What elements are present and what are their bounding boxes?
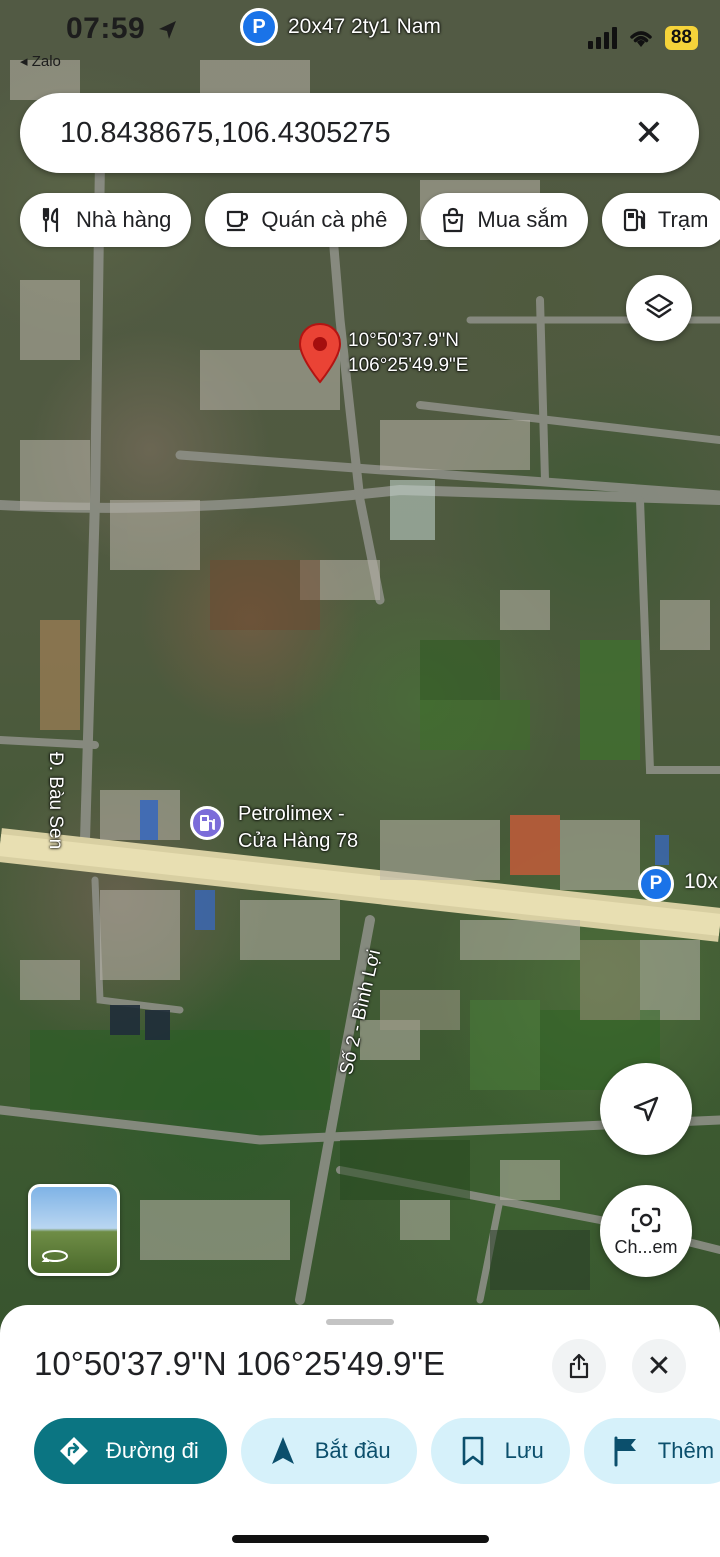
cellular-signal-icon [587, 27, 617, 49]
share-button[interactable] [552, 1339, 606, 1393]
bookmark-icon [462, 1436, 483, 1466]
parking-pin-icon[interactable]: P [638, 866, 674, 902]
navigation-arrow-icon [633, 1096, 659, 1122]
clear-search-button[interactable]: ✕ [631, 115, 667, 151]
map-layers-button[interactable] [626, 275, 692, 341]
poi-label-petrolimex[interactable]: Petrolimex - Cửa Hàng 78 [238, 801, 358, 855]
pin-latitude: 10°50'37.9"N [348, 330, 459, 351]
chip-label: Mua sắm [477, 207, 568, 232]
poi-name-line-1: Petrolimex - [238, 803, 345, 825]
pin-longitude: 106°25'49.9"E [348, 355, 469, 376]
action-label: Bắt đầu [314, 1438, 391, 1463]
street-view-thumbnail[interactable] [28, 1184, 120, 1276]
close-sheet-button[interactable]: ✕ [632, 1339, 686, 1393]
category-chips: Nhà hàng Quán cà phê Mua sắm Trạm [20, 193, 720, 247]
place-label: 20x47 2ty1 Nam [288, 15, 441, 38]
back-to-app-link[interactable]: ◂ Zalo [20, 52, 61, 70]
coffee-icon [227, 210, 249, 232]
save-button[interactable]: Lưu [430, 1418, 570, 1484]
chip-gas-stations[interactable]: Trạm [601, 193, 720, 247]
action-label: Lưu [504, 1438, 544, 1463]
directions-icon [60, 1437, 88, 1465]
action-buttons: Đường đi Bắt đầu Lưu Thêm [34, 1418, 720, 1484]
status-indicators: 88 [587, 26, 698, 50]
lens-camera-icon [631, 1207, 661, 1232]
dropped-pin-icon[interactable] [296, 322, 344, 386]
rotate-360-icon [41, 1250, 68, 1262]
directions-button[interactable]: Đường đi [34, 1418, 227, 1484]
chip-label: Nhà hàng [76, 207, 172, 232]
parking-icon: P [240, 8, 278, 46]
flag-icon [614, 1436, 636, 1467]
action-label: Đường đi [106, 1438, 199, 1463]
dropped-pin-coordinates: 10°50'37.9"N 106°25'49.9"E [348, 328, 468, 378]
chip-restaurants[interactable]: Nhà hàng [20, 193, 192, 247]
camera-button-label: Ch...em [614, 1236, 678, 1257]
home-indicator[interactable] [232, 1535, 489, 1543]
add-label-button[interactable]: Thêm [583, 1418, 720, 1484]
battery-indicator: 88 [664, 26, 698, 50]
share-icon [569, 1353, 589, 1379]
camera-search-button[interactable]: Ch...em [600, 1185, 692, 1277]
navigation-arrow-icon [271, 1437, 294, 1464]
sheet-drag-handle[interactable] [326, 1319, 394, 1325]
restaurant-icon [42, 207, 59, 233]
chip-coffee[interactable]: Quán cà phê [205, 193, 408, 247]
status-time: 07:59 [66, 12, 146, 45]
road-label-bau-sen: Đ. Bàu Sen [45, 752, 66, 850]
location-services-icon [159, 21, 176, 39]
chip-label: Trạm [657, 207, 709, 232]
start-button[interactable]: Bắt đầu [240, 1418, 417, 1484]
search-input[interactable] [60, 116, 631, 150]
place-title: 10°50'37.9"N 106°25'49.9"E [34, 1345, 446, 1382]
gas-pump-icon [200, 815, 215, 831]
map-place-pin-top[interactable]: P 20x47 2ty1 Nam [240, 8, 441, 46]
my-location-button[interactable] [600, 1063, 692, 1155]
place-details-sheet: 10°50'37.9"N 106°25'49.9"E ✕ Đường đi Bắ… [0, 1305, 720, 1557]
chip-label: Quán cà phê [261, 207, 388, 232]
layers-icon [644, 293, 674, 319]
wifi-icon [630, 31, 652, 47]
poi-name-line-2: Cửa Hàng 78 [238, 830, 359, 852]
gas-station-poi-icon[interactable] [190, 806, 224, 840]
search-bar[interactable]: ✕ [20, 93, 699, 173]
chip-shopping[interactable]: Mua sắm [421, 193, 588, 247]
shopping-bag-icon [443, 207, 464, 233]
action-label: Thêm [657, 1438, 715, 1463]
gas-station-icon [623, 208, 645, 232]
parking-pin-label: 10x [684, 870, 718, 893]
